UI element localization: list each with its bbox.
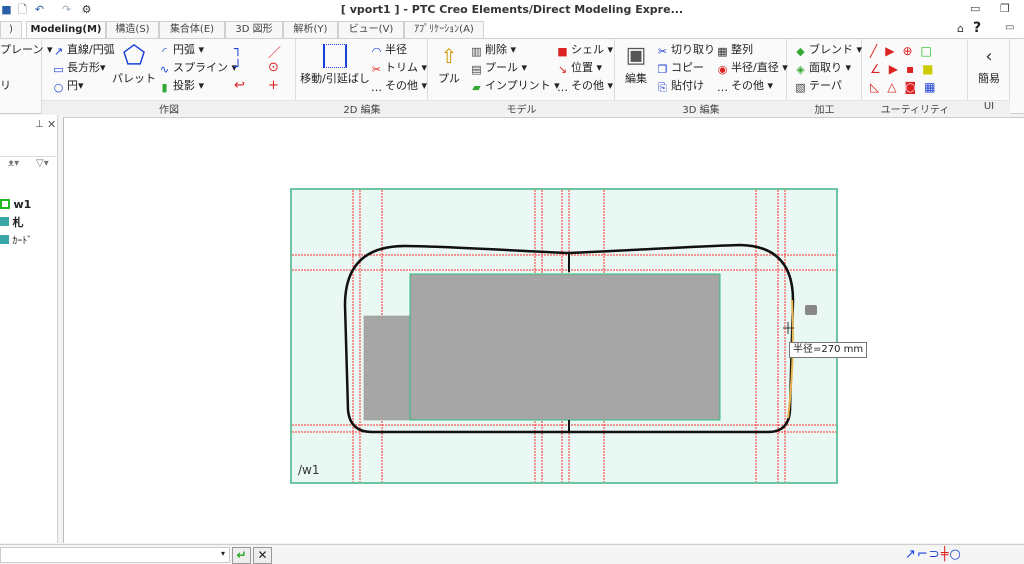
radius-tooltip: 半径=270 mm [789,342,868,358]
model-canvas[interactable]: /w1 [0,0,1024,564]
face-part[interactable] [409,273,721,421]
dropdown-icon[interactable]: ▾ [221,549,225,558]
pick-icon [805,305,817,315]
confirm-button[interactable]: ↵ [232,547,251,564]
cancel-button[interactable]: ✕ [253,547,272,564]
command-input[interactable] [0,547,230,563]
snap-toolbar-icons[interactable]: ↗⌐⊃╪○ [905,547,962,562]
workplane-label: /w1 [298,463,320,477]
